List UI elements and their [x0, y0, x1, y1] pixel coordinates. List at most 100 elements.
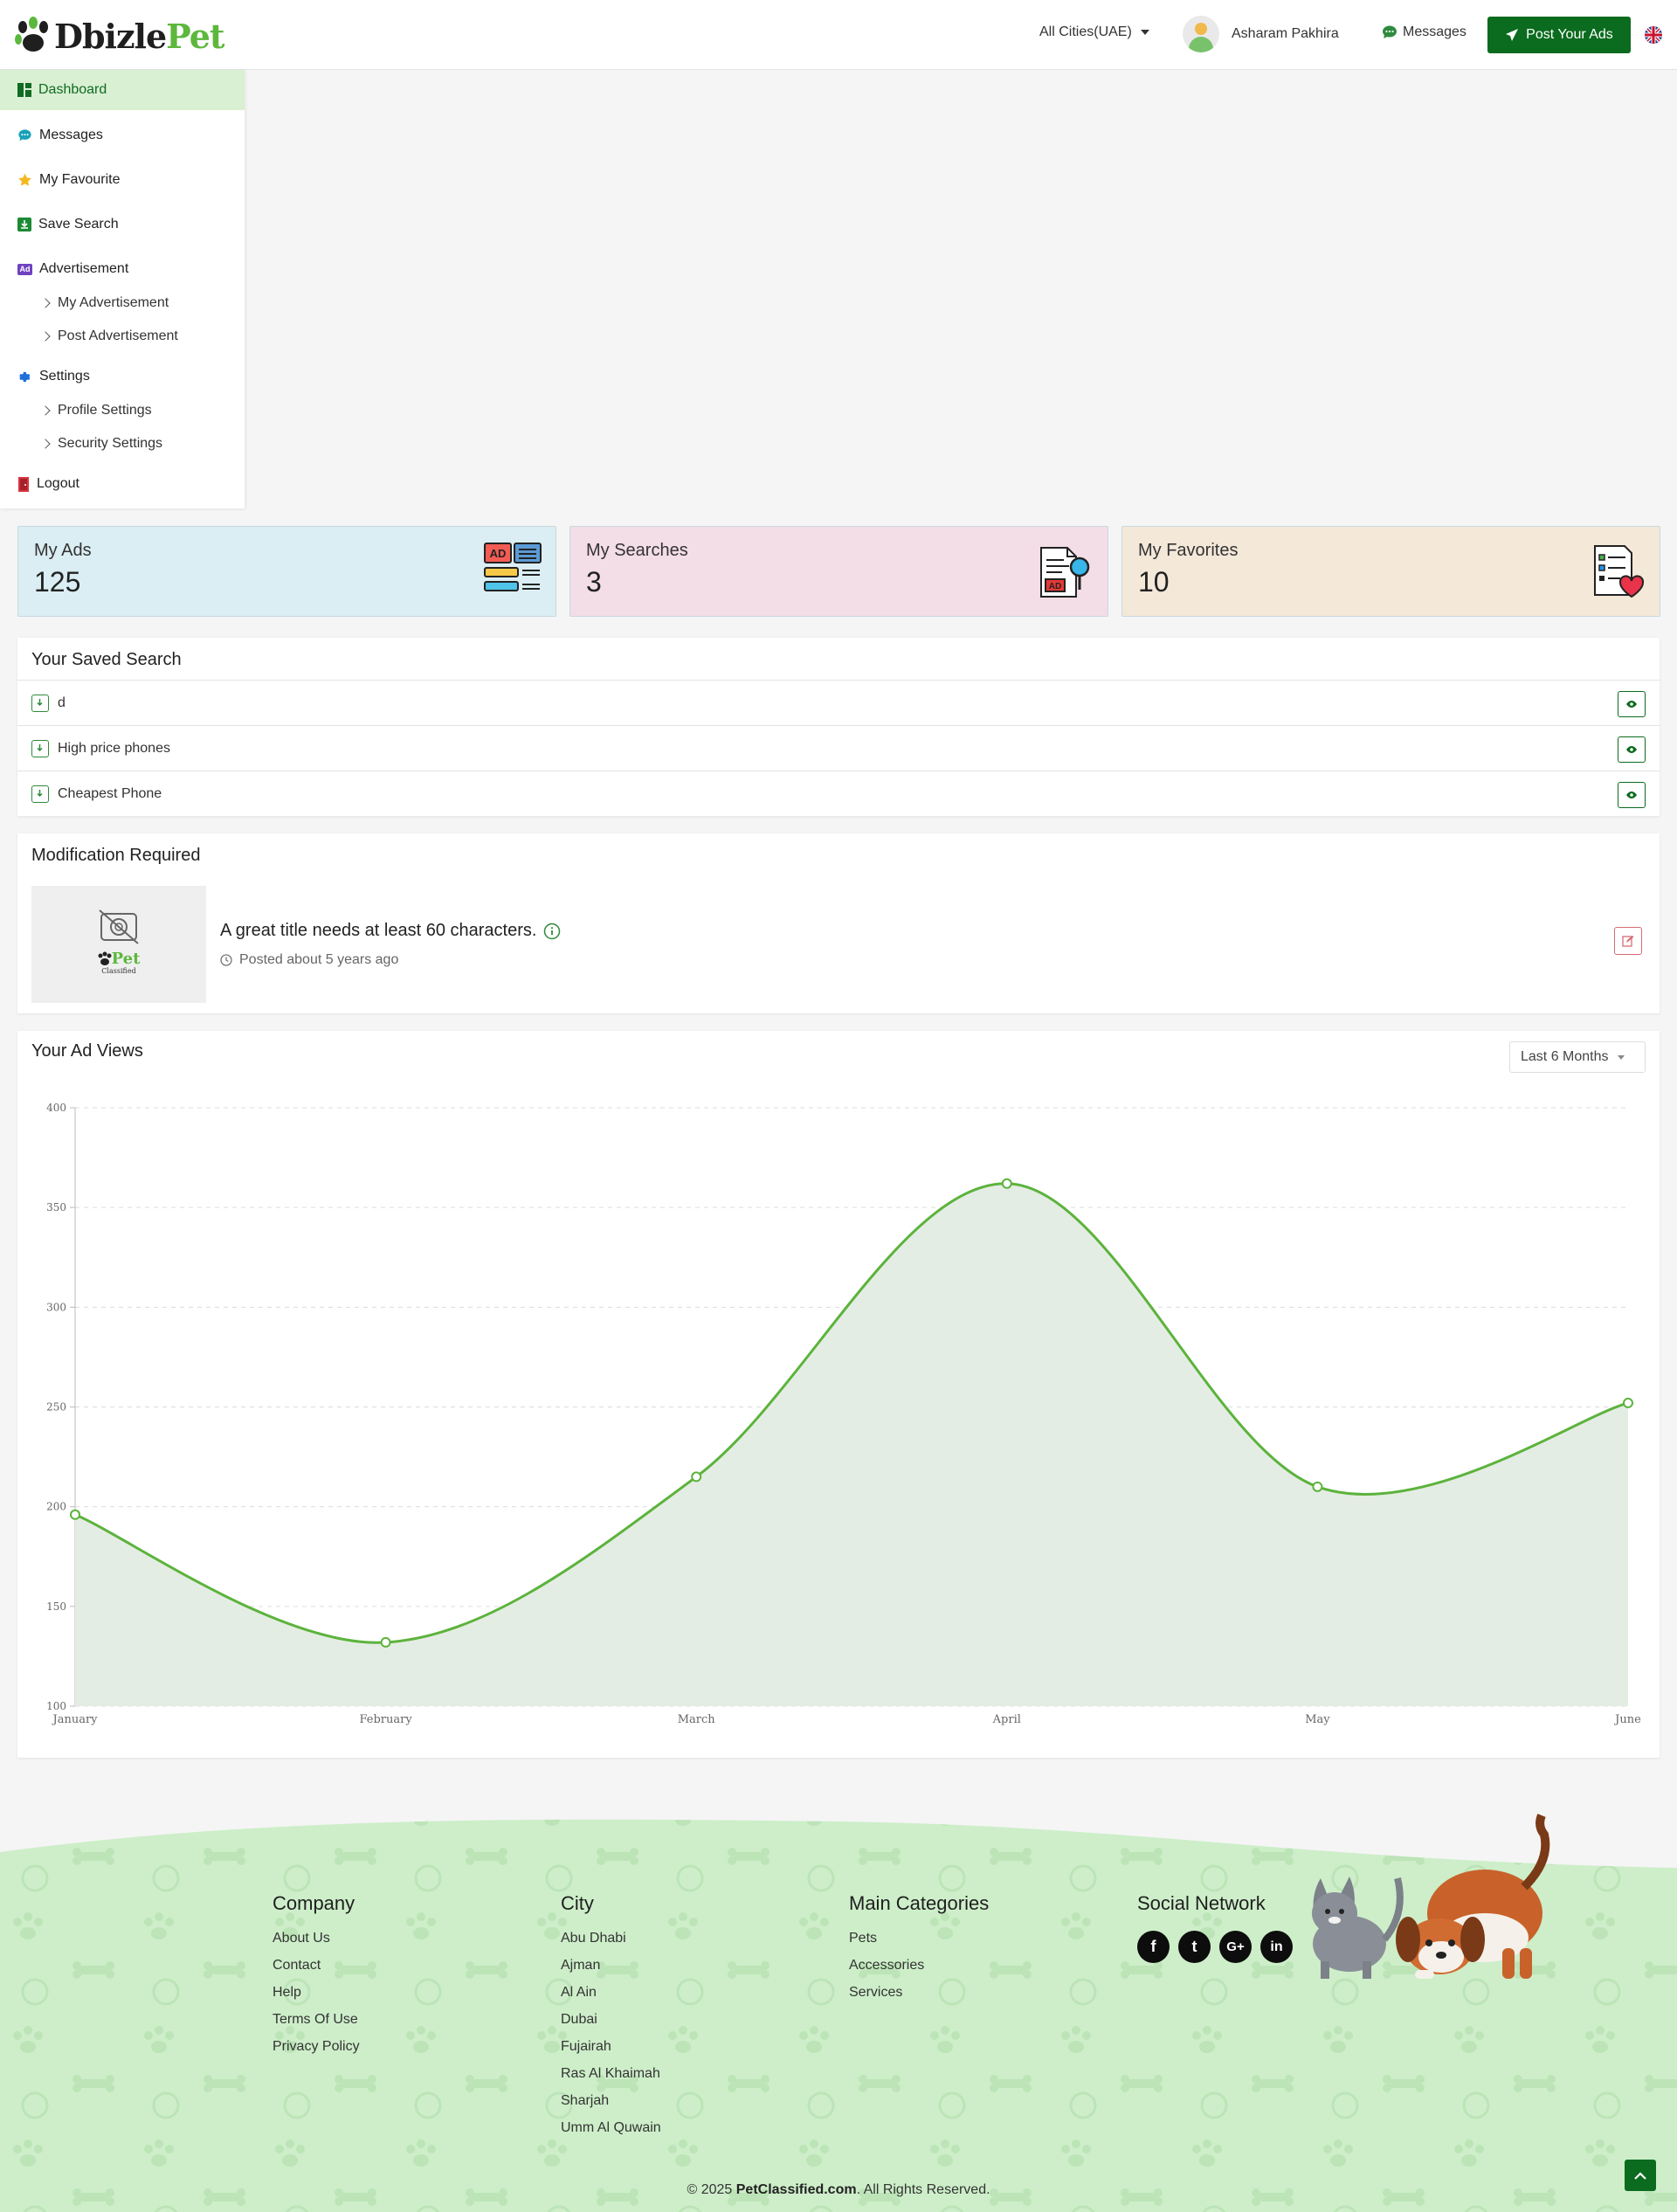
sidebar-label-favourite: My Favourite — [39, 172, 121, 187]
view-search-button[interactable] — [1618, 691, 1646, 717]
facebook-icon[interactable]: f — [1137, 1931, 1170, 1963]
paw-logo-icon — [15, 17, 48, 52]
copyright-site-link[interactable]: PetClassified.com — [736, 2182, 857, 2197]
x-tick-label: June — [1613, 1713, 1641, 1726]
y-tick-label: 350 — [46, 1201, 66, 1213]
eye-icon — [1626, 701, 1637, 708]
saved-search-panel: Your Saved Search d High price phones Ch… — [17, 638, 1660, 816]
door-exit-icon — [18, 476, 29, 492]
copyright-prefix: © 2025 — [687, 2182, 736, 2197]
edit-ad-button[interactable] — [1614, 927, 1642, 955]
sidebar-label-advertisement: Advertisement — [39, 261, 129, 276]
footer-link[interactable]: Dubai — [561, 2012, 661, 2039]
footer-link[interactable]: Al Ain — [561, 1985, 661, 2012]
saved-search-row[interactable]: Cheapest Phone — [17, 771, 1660, 816]
data-point — [691, 1471, 702, 1483]
modification-required-panel: Modification Required Pet Classified A g… — [17, 833, 1660, 1013]
post-your-ads-label: Post Your Ads — [1526, 27, 1613, 42]
linkedin-icon[interactable]: in — [1260, 1931, 1293, 1963]
sidebar-label-post-advertisement: Post Advertisement — [58, 328, 178, 343]
thumb-logo-subtext: Classified — [101, 967, 135, 975]
post-your-ads-button[interactable]: Post Your Ads — [1487, 17, 1631, 53]
thumb-logo-text: Pet — [112, 950, 141, 968]
saved-search-row[interactable]: d — [17, 680, 1660, 725]
saved-search-title: Your Saved Search — [31, 650, 182, 669]
download-icon — [31, 785, 49, 803]
footer-link[interactable]: Ajman — [561, 1958, 661, 1985]
sidebar-item-post-advertisement[interactable]: Post Advertisement — [40, 328, 178, 344]
saved-search-row[interactable]: High price phones — [17, 725, 1660, 771]
ad-list-icon-text: AD — [490, 547, 507, 560]
footer-link[interactable]: Ras Al Khaimah — [561, 2066, 661, 2093]
footer-link[interactable]: Fujairah — [561, 2039, 661, 2066]
stat-value: 10 — [1138, 566, 1170, 598]
stat-card-my-favorites[interactable]: My Favorites 10 — [1121, 526, 1660, 617]
sidebar-item-messages[interactable]: Messages — [0, 115, 245, 156]
city-dropdown-label: All Cities(UAE) — [1039, 24, 1132, 39]
sidebar-label-save-search: Save Search — [38, 217, 119, 232]
x-tick-label: May — [1305, 1713, 1330, 1726]
footer-link[interactable]: Terms Of Use — [273, 2012, 360, 2039]
stat-card-my-searches[interactable]: My Searches 3 AD — [569, 526, 1108, 617]
footer-link[interactable]: Contact — [273, 1958, 360, 1985]
footer-city-title: City — [561, 1892, 594, 1914]
city-dropdown[interactable]: All Cities(UAE) — [1039, 24, 1149, 40]
stat-label: My Favorites — [1138, 541, 1239, 560]
edit-icon — [1622, 936, 1634, 947]
data-point — [1312, 1481, 1323, 1492]
data-point — [1623, 1397, 1633, 1408]
sidebar-item-favourite[interactable]: My Favourite — [0, 160, 245, 200]
footer-link[interactable]: Help — [273, 1985, 360, 2012]
stat-card-my-ads[interactable]: My Ads 125 AD — [17, 526, 556, 617]
uk-flag-icon[interactable] — [1645, 26, 1662, 44]
sidebar-item-my-advertisement[interactable]: My Advertisement — [40, 295, 169, 311]
stat-label: My Searches — [586, 541, 688, 560]
x-tick-label: February — [359, 1713, 412, 1726]
sidebar-item-settings[interactable]: Settings — [0, 356, 245, 397]
logo-text-dbizle: Dbizle — [54, 16, 167, 56]
ad-thumbnail[interactable]: Pet Classified — [31, 886, 206, 1003]
footer-link[interactable]: About Us — [273, 1931, 360, 1958]
footer-social-title: Social Network — [1137, 1892, 1266, 1914]
caret-down-icon — [1140, 30, 1149, 35]
chevron-right-icon — [40, 405, 51, 416]
sidebar-item-logout[interactable]: Logout — [0, 464, 245, 504]
sidebar-label-messages: Messages — [39, 128, 103, 142]
sidebar-item-save-search[interactable]: Save Search — [0, 204, 245, 245]
modification-ad-title[interactable]: A great title needs at least 60 characte… — [220, 921, 561, 941]
header-messages-link[interactable]: Messages — [1382, 24, 1467, 40]
sidebar-item-security-settings[interactable]: Security Settings — [40, 436, 162, 452]
series-area-fill — [75, 1183, 1628, 1706]
copyright-suffix: . All Rights Reserved. — [856, 2182, 990, 2197]
footer-link[interactable]: Pets — [849, 1931, 989, 1958]
user-name: Asharam Pakhira — [1232, 26, 1339, 41]
dashboard-icon — [17, 83, 31, 97]
sidebar-item-profile-settings[interactable]: Profile Settings — [40, 403, 152, 418]
footer-link[interactable]: Sharjah — [561, 2093, 661, 2120]
site-logo[interactable]: DbizlePet — [14, 16, 224, 56]
search-document-icon-text: AD — [1049, 582, 1061, 591]
footer-link[interactable]: Abu Dhabi — [561, 1931, 661, 1958]
back-to-top-button[interactable] — [1625, 2160, 1656, 2191]
view-search-button[interactable] — [1618, 782, 1646, 808]
sidebar-item-dashboard[interactable]: Dashboard — [0, 70, 245, 110]
info-circle-icon[interactable] — [543, 923, 561, 940]
footer-link[interactable]: Accessories — [849, 1958, 989, 1985]
footer-link[interactable]: Privacy Policy — [273, 2039, 360, 2066]
top-header: DbizlePet All Cities(UAE) Asharam Pakhir… — [0, 0, 1677, 70]
google-plus-icon[interactable]: G+ — [1219, 1931, 1252, 1963]
y-tick-label: 100 — [46, 1700, 66, 1712]
y-tick-label: 400 — [46, 1102, 66, 1114]
footer-link[interactable]: Umm Al Quwain — [561, 2120, 661, 2147]
twitter-icon[interactable]: t — [1178, 1931, 1211, 1963]
stat-value: 3 — [586, 566, 602, 598]
footer-link[interactable]: Services — [849, 1985, 989, 2012]
ad-list-icon: AD — [484, 543, 542, 598]
view-search-button[interactable] — [1618, 736, 1646, 763]
saved-search-name: Cheapest Phone — [58, 785, 162, 801]
eye-icon — [1626, 746, 1637, 753]
data-point — [70, 1509, 80, 1520]
user-menu[interactable]: Asharam Pakhira — [1183, 16, 1339, 52]
sidebar-item-advertisement[interactable]: Ad Advertisement — [0, 249, 245, 289]
avatar — [1183, 16, 1219, 52]
